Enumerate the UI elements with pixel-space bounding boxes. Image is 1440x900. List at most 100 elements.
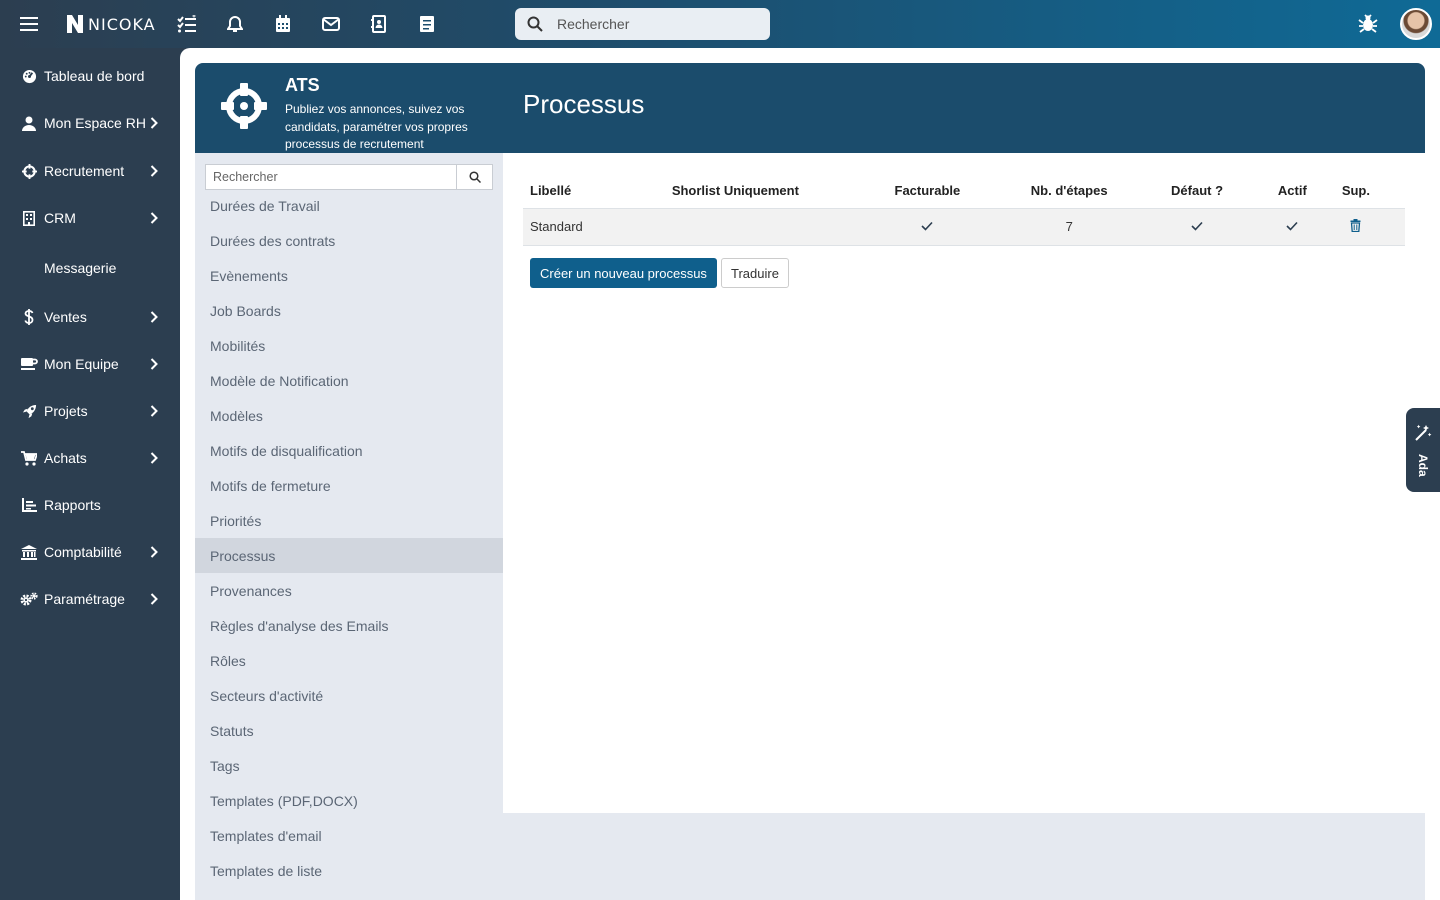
- sidebar-item-projets[interactable]: Projets: [0, 391, 180, 431]
- sidebar-item-crm[interactable]: CRM: [0, 198, 180, 238]
- cell-libelle[interactable]: Standard: [523, 208, 665, 246]
- column-header-shortlist[interactable]: Shorlist Uniquement: [664, 173, 833, 209]
- subnav-item-roles[interactable]: Rôles: [195, 643, 503, 678]
- page-header: Processus: [503, 63, 1425, 153]
- rocket-icon: [20, 402, 38, 420]
- subnav-item-modeles[interactable]: Modèles: [195, 398, 503, 433]
- column-header-defaut[interactable]: Défaut ?: [1116, 173, 1278, 209]
- subnav-item-regles-analyse-emails[interactable]: Règles d'analyse des Emails: [195, 608, 503, 643]
- chevron-right-icon: [150, 309, 162, 325]
- cell-shortlist: [664, 208, 833, 246]
- coffee-icon: [20, 355, 38, 373]
- sidebar-item-messagerie[interactable]: Messagerie: [0, 248, 180, 288]
- dollar-icon: [20, 308, 38, 326]
- nicoka-logo[interactable]: NICOKA: [64, 12, 156, 36]
- chart-icon: [20, 496, 38, 514]
- subnav-search-input[interactable]: [206, 165, 456, 189]
- sidebar-item-mon-equipe[interactable]: Mon Equipe: [0, 344, 180, 384]
- content-footer-area: [503, 813, 1425, 900]
- cell-facturable: [832, 208, 1023, 246]
- mail-icon[interactable]: [319, 12, 343, 36]
- user-icon: [20, 114, 38, 132]
- subnav-item-motifs-de-disqualification[interactable]: Motifs de disqualification: [195, 433, 503, 468]
- magic-wand-icon: [1415, 424, 1432, 441]
- subnav-item-statuts[interactable]: Statuts: [195, 713, 503, 748]
- chevron-right-icon: [150, 356, 162, 372]
- table-header-row: Libellé Shorlist Uniquement Facturable N…: [523, 173, 1405, 209]
- sidebar-item-parametrage[interactable]: Paramétrage: [0, 579, 180, 619]
- subnav-item-templates-email[interactable]: Templates d'email: [195, 818, 503, 853]
- sidebar-item-mon-espace-rh[interactable]: Mon Espace RH: [0, 103, 180, 143]
- subnav-item-tags[interactable]: Tags: [195, 748, 503, 783]
- check-icon: [921, 221, 933, 231]
- chevron-right-icon: [150, 163, 162, 179]
- sidebar-item-comptabilite[interactable]: Comptabilité: [0, 532, 180, 572]
- sidebar-item-label: Ventes: [44, 309, 87, 325]
- crosshair-icon: [20, 162, 38, 180]
- subnav-search-button[interactable]: [456, 165, 492, 189]
- subnav-item-evenements[interactable]: Evènements: [195, 258, 503, 293]
- trash-icon[interactable]: [1350, 218, 1361, 232]
- subnav-item-provenances[interactable]: Provenances: [195, 573, 503, 608]
- subnav-item-durees-des-contrats[interactable]: Durées des contrats: [195, 223, 503, 258]
- contacts-book-icon[interactable]: [367, 12, 391, 36]
- subnav-item-durees-de-travail[interactable]: Durées de Travail: [195, 188, 503, 223]
- sidebar-item-recrutement[interactable]: Recrutement: [0, 151, 180, 191]
- table-row[interactable]: Standard 7: [523, 208, 1405, 246]
- subnav-item-mobilites[interactable]: Mobilités: [195, 328, 503, 363]
- sidebar-item-label: Rapports: [44, 497, 101, 513]
- ada-assistant-tab[interactable]: Ada: [1406, 408, 1440, 492]
- column-header-actif[interactable]: Actif: [1277, 173, 1307, 209]
- global-search-input[interactable]: [557, 16, 747, 32]
- subnav-item-templates-de-liste[interactable]: Templates de liste: [195, 853, 503, 888]
- column-header-nb-etapes[interactable]: Nb. d'étapes: [1022, 173, 1117, 209]
- subnav-item-processus[interactable]: Processus: [195, 538, 503, 573]
- sidebar-item-tableau-de-bord[interactable]: Tableau de bord: [0, 56, 180, 96]
- sidebar-item-label: CRM: [44, 210, 76, 226]
- virus-icon[interactable]: [1356, 12, 1380, 36]
- column-header-facturable[interactable]: Facturable: [832, 173, 1023, 209]
- hamburger-menu-icon[interactable]: [17, 12, 41, 36]
- sidebar-item-rapports[interactable]: Rapports: [0, 485, 180, 525]
- search-icon: [468, 171, 481, 183]
- bell-icon[interactable]: [223, 12, 247, 36]
- sidebar-item-label: Comptabilité: [44, 544, 122, 560]
- logo-text: NICOKA: [88, 14, 156, 34]
- module-header: ATS Publiez vos annonces, suivez vos can…: [195, 63, 503, 153]
- create-process-button[interactable]: Créer un nouveau processus: [530, 258, 717, 288]
- tasks-icon[interactable]: [175, 12, 199, 36]
- cogs-icon: [20, 590, 38, 608]
- chevron-right-icon: [150, 591, 162, 607]
- cell-defaut: [1116, 208, 1278, 246]
- cell-nb-etapes: 7: [1022, 208, 1117, 246]
- subnav-item-priorites[interactable]: Priorités: [195, 503, 503, 538]
- column-header-libelle[interactable]: Libellé: [523, 173, 665, 209]
- search-icon: [527, 16, 543, 32]
- subnav-item-templates-pdf-docx[interactable]: Templates (PDF,DOCX): [195, 783, 503, 818]
- sidebar-item-achats[interactable]: Achats: [0, 438, 180, 478]
- sidebar-item-label: Mon Espace RH: [44, 115, 146, 131]
- page-title: Processus: [523, 89, 645, 119]
- chevron-right-icon: [150, 544, 162, 560]
- sidebar-item-ventes[interactable]: Ventes: [0, 297, 180, 337]
- subnav-item-job-boards[interactable]: Job Boards: [195, 293, 503, 328]
- calendar-icon[interactable]: [271, 12, 295, 36]
- column-header-sup[interactable]: Sup.: [1306, 173, 1405, 209]
- chevron-right-icon: [150, 403, 162, 419]
- cart-icon: [20, 449, 38, 467]
- building-icon: [20, 209, 38, 227]
- translate-button[interactable]: Traduire: [721, 258, 789, 288]
- process-table: Libellé Shorlist Uniquement Facturable N…: [523, 173, 1405, 246]
- check-icon: [1191, 221, 1203, 231]
- check-icon: [1286, 221, 1298, 231]
- user-avatar[interactable]: [1400, 8, 1432, 40]
- subnav-item-secteurs-activite[interactable]: Secteurs d'activité: [195, 678, 503, 713]
- ada-label: Ada: [1416, 454, 1430, 477]
- notes-icon[interactable]: [415, 12, 439, 36]
- subnav-item-modele-de-notification[interactable]: Modèle de Notification: [195, 363, 503, 398]
- content-panel: Libellé Shorlist Uniquement Facturable N…: [503, 153, 1425, 813]
- module-title: ATS: [285, 75, 320, 95]
- global-search[interactable]: [515, 8, 770, 40]
- chevron-right-icon: [150, 115, 162, 131]
- subnav-item-motifs-de-fermeture[interactable]: Motifs de fermeture: [195, 468, 503, 503]
